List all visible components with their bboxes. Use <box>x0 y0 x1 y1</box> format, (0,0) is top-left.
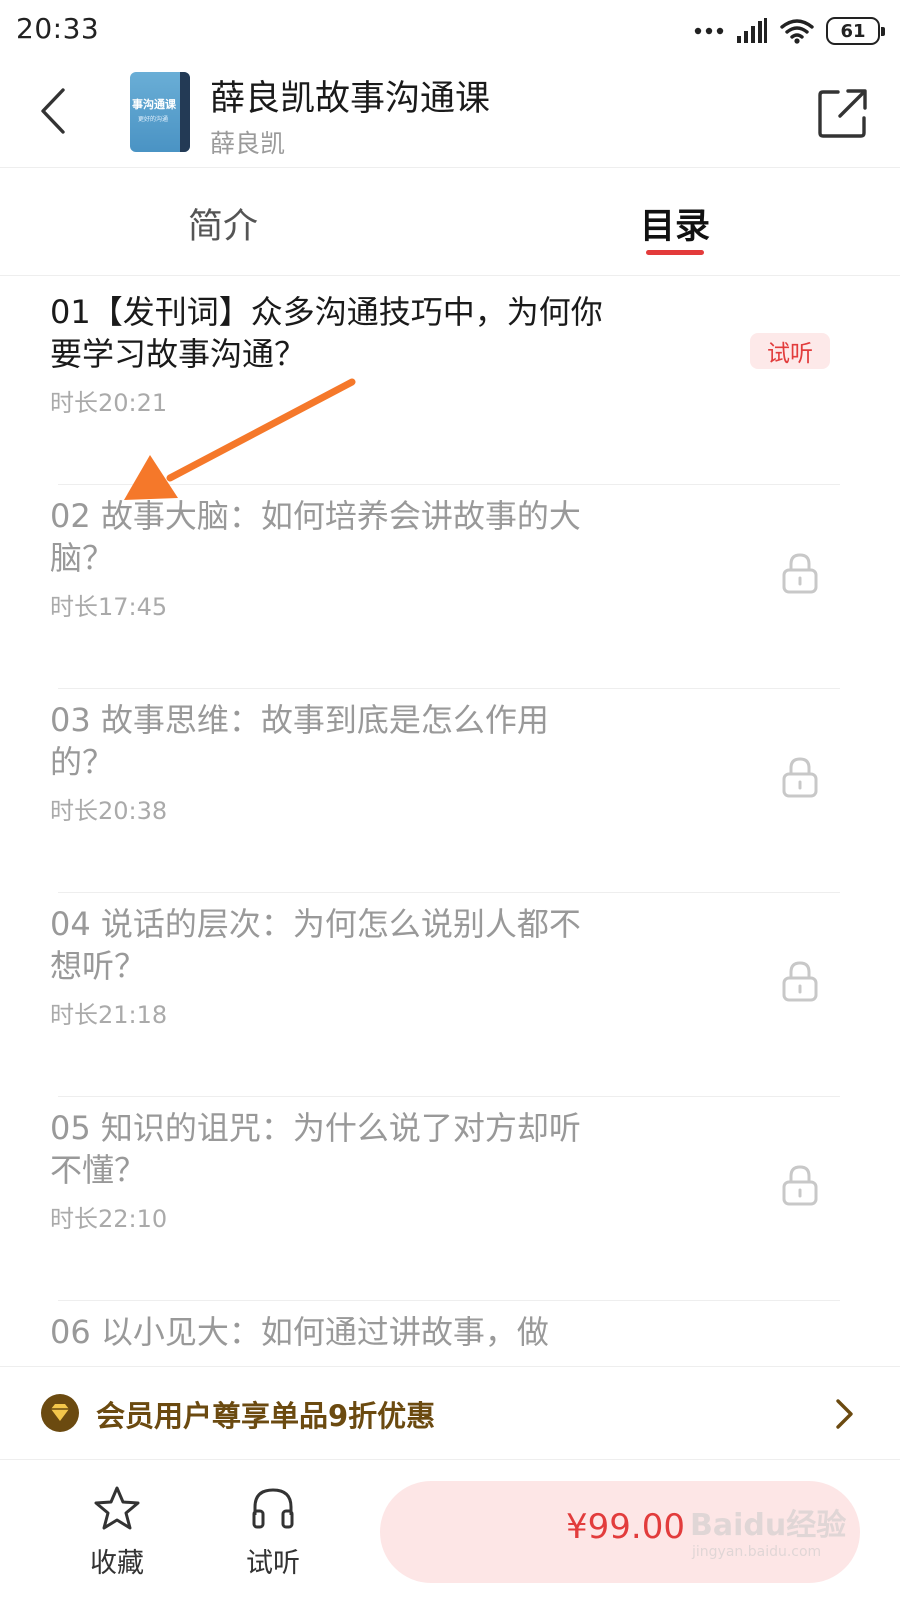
trial-badge[interactable]: 试听 <box>750 333 830 369</box>
listen-button[interactable]: 试听 <box>228 1485 318 1585</box>
more-dots-icon <box>694 27 724 35</box>
lesson-duration: 时长22:10 <box>50 1205 168 1233</box>
star-icon <box>94 1486 140 1530</box>
signal-icon <box>737 18 767 43</box>
course-page: 20:33 61 事沟通课 更好的沟通 薛良凯故事沟通课 薛良凯 简介 目录 0… <box>0 0 900 1600</box>
lesson-duration: 时长20:21 <box>50 389 168 417</box>
share-icon <box>818 89 867 138</box>
course-author[interactable]: 薛良凯 <box>210 124 285 160</box>
lesson-item[interactable]: 01【发刊词】众多沟通技巧中，为何你要学习故事沟通？ 时长20:21 试听 <box>0 277 900 485</box>
lock-icon <box>782 757 818 798</box>
lesson-title: 06 以小见大：如何通过讲故事，做 <box>50 1313 549 1351</box>
lock-icon <box>782 961 818 1002</box>
lesson-duration: 时长21:18 <box>50 1001 168 1029</box>
member-discount-bar[interactable]: 会员用户尊享单品9折优惠 <box>0 1366 900 1460</box>
headphones-icon <box>252 1488 294 1529</box>
lesson-item[interactable]: 04 说话的层次：为何怎么说别人都不想听？ 时长21:18 <box>0 889 900 1097</box>
buy-button[interactable]: ¥99.00 <box>380 1481 860 1583</box>
cover-subtitle: 更好的沟通 <box>138 116 169 123</box>
lock-icon <box>782 553 818 594</box>
active-tab-indicator <box>646 250 704 255</box>
course-header: 事沟通课 更好的沟通 薛良凯故事沟通课 薛良凯 <box>0 62 900 168</box>
back-button[interactable] <box>28 78 76 144</box>
lesson-item[interactable]: 05 知识的诅咒：为什么说了对方却听不懂？ 时长22:10 <box>0 1093 900 1301</box>
lesson-title: 04 说话的层次：为何怎么说别人都不想听？ <box>50 905 581 985</box>
favorite-button[interactable]: 收藏 <box>72 1485 162 1585</box>
lesson-title: 03 故事思维：故事到底是怎么作用的？ <box>50 701 549 781</box>
lesson-title: 01【发刊词】众多沟通技巧中，为何你要学习故事沟通？ <box>50 293 603 373</box>
course-title: 薛良凯故事沟通课 <box>210 79 491 119</box>
share-button[interactable] <box>816 86 870 140</box>
battery-icon: 61 <box>826 17 885 45</box>
lesson-list[interactable]: 01【发刊词】众多沟通技巧中，为何你要学习故事沟通？ 时长20:21 试听 02… <box>0 277 900 1365</box>
lesson-title: 05 知识的诅咒：为什么说了对方却听不懂？ <box>50 1109 581 1189</box>
lock-icon <box>782 1165 818 1206</box>
member-discount-text: 会员用户尊享单品9折优惠 <box>96 1399 436 1433</box>
status-bar: 20:33 61 <box>0 0 900 62</box>
status-icons: 61 <box>694 14 885 48</box>
tab-intro[interactable]: 简介 <box>188 198 258 249</box>
listen-label: 试听 <box>246 1548 300 1579</box>
status-time: 20:33 <box>16 12 100 45</box>
member-diamond-icon <box>41 1394 79 1432</box>
lesson-duration: 时长20:38 <box>50 797 168 825</box>
lesson-item[interactable]: 02 故事大脑：如何培养会讲故事的大脑？ 时长17:45 <box>0 481 900 689</box>
course-cover-image: 事沟通课 更好的沟通 <box>130 72 190 152</box>
tab-bar: 简介 目录 <box>0 168 900 276</box>
tab-catalog[interactable]: 目录 <box>640 198 710 249</box>
lesson-item[interactable]: 06 以小见大：如何通过讲故事，做 <box>0 1297 900 1365</box>
cover-title: 事沟通课 <box>132 98 176 111</box>
chevron-right-icon <box>836 1399 853 1429</box>
lesson-title: 02 故事大脑：如何培养会讲故事的大脑？ <box>50 497 581 577</box>
chevron-left-icon <box>41 88 65 134</box>
lesson-duration: 时长17:45 <box>50 593 168 621</box>
bottom-action-bar: 收藏 试听 ¥99.00 <box>0 1461 900 1600</box>
favorite-label: 收藏 <box>90 1548 144 1579</box>
price-label: ¥99.00 <box>566 1507 685 1547</box>
lesson-item[interactable]: 03 故事思维：故事到底是怎么作用的？ 时长20:38 <box>0 685 900 893</box>
wifi-icon <box>780 19 814 44</box>
